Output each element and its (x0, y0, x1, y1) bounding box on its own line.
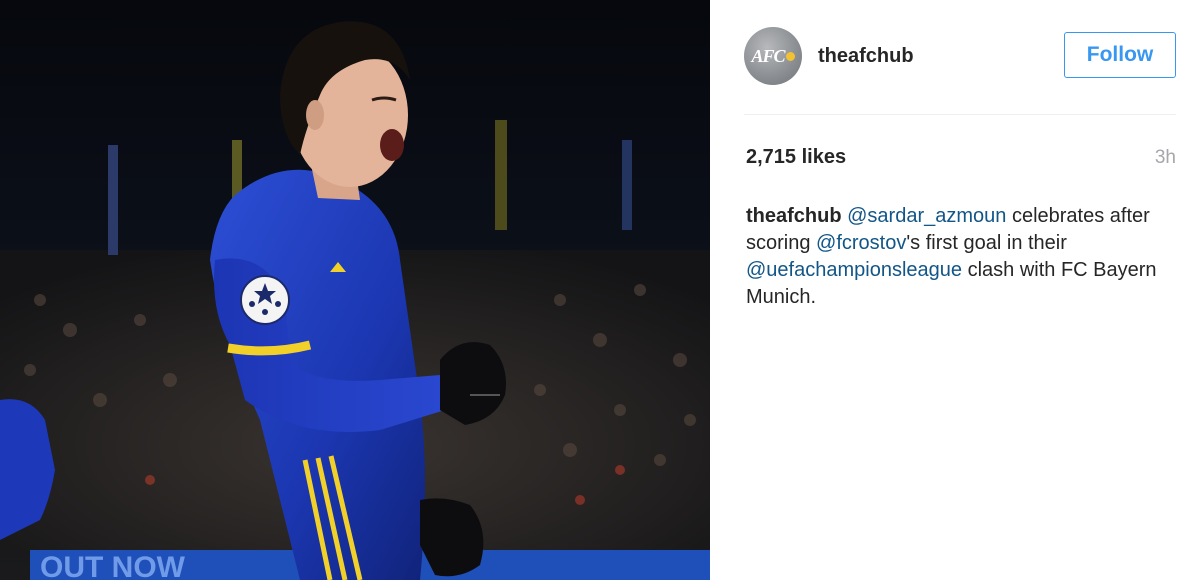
post-sidebar: AFC theafchub Follow 2,715 likes 3h thea… (710, 0, 1195, 580)
afc-logo-icon: AFC (751, 45, 795, 67)
header-divider (744, 114, 1176, 115)
avatar[interactable]: AFC (744, 27, 802, 85)
caption-author-link[interactable]: theafchub (746, 205, 842, 227)
mention-link-uefachampionsleague[interactable]: @uefachampionsleague (746, 259, 962, 281)
mention-link-sardar-azmoun[interactable]: @sardar_azmoun (847, 205, 1006, 227)
mention-link-fcrostov[interactable]: @fcrostov (816, 232, 906, 254)
caption-text-2: 's first goal in their (906, 232, 1067, 254)
username-link[interactable]: theafchub (818, 45, 914, 68)
photo-illustration: OUT NOW (0, 0, 710, 580)
avatar-logo-text: AFC (751, 45, 785, 66)
likes-count[interactable]: 2,715 likes (746, 146, 846, 169)
post-photo[interactable]: OUT NOW (0, 0, 710, 580)
instagram-post: OUT NOW AFC theafchub Follow 2,715 likes… (0, 0, 1195, 580)
photo-banner-text: OUT NOW (40, 551, 186, 580)
stats-row: 2,715 likes 3h (746, 146, 1176, 169)
follow-button[interactable]: Follow (1064, 32, 1176, 78)
post-caption: theafchub @sardar_azmoun celebrates afte… (746, 203, 1166, 311)
post-timestamp[interactable]: 3h (1155, 147, 1176, 169)
post-header: AFC theafchub Follow (744, 26, 1176, 86)
